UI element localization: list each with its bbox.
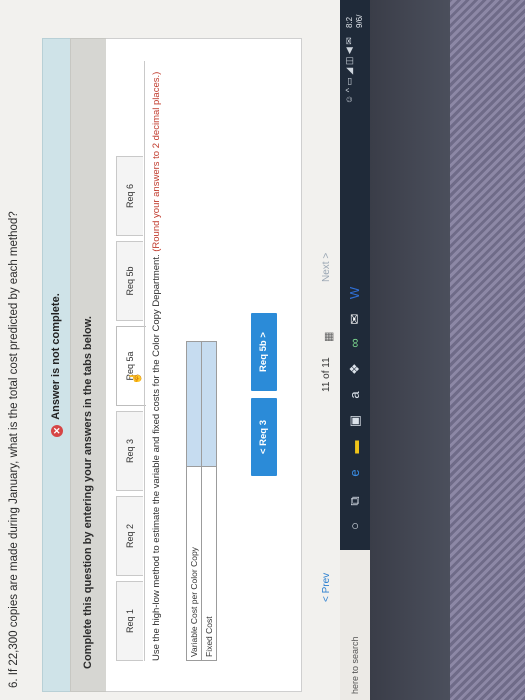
file-explorer-icon[interactable]: ▬	[346, 438, 364, 456]
tab-req-5a[interactable]: ☝ Req 5a	[116, 326, 146, 406]
task-main: Use the high-low method to estimate the …	[151, 254, 162, 661]
next-req-button[interactable]: Req 5b >	[251, 313, 277, 391]
answer-panel: Req 1 Req 2 Req 3 ☝ Req 5a Req 5b Req 6 U…	[106, 38, 302, 692]
task-hint: (Round your answers to 2 decimal places.…	[151, 71, 162, 252]
question-text: 6. If 22,300 copies are made during Janu…	[8, 211, 20, 688]
grid-icon[interactable]: ▦	[322, 332, 335, 342]
edge-browser-icon[interactable]: e	[346, 464, 364, 482]
table-row: Variable Cost per Color Copy	[186, 341, 202, 661]
question-count: 11 of 11	[321, 357, 332, 392]
tab-req-6[interactable]: Req 6	[116, 156, 143, 236]
browser-screen: 6. If 22,300 copies are made during Janu…	[0, 0, 525, 700]
taskbar-search-input[interactable]: here to search	[340, 550, 370, 700]
prev-question-link[interactable]: < Prev	[321, 573, 332, 602]
table-row: Fixed Cost	[201, 341, 217, 661]
store-icon[interactable]: ▣	[346, 412, 364, 430]
tab-label: Req 1	[125, 608, 135, 634]
tab-req-1[interactable]: Req 1	[116, 581, 143, 661]
tab-req-5b[interactable]: Req 5b	[116, 241, 143, 321]
prev-req-button[interactable]: < Req 3	[251, 398, 277, 476]
row-label-fixed-cost: Fixed Cost	[201, 466, 217, 661]
question-pager: < Prev 11 of 11 ▦ Next >	[315, 40, 343, 692]
tab-bar: Req 1 Req 2 Req 3 ☝ Req 5a Req 5b Req 6	[116, 151, 146, 661]
windows-taskbar: here to search ○ ⧉ e ▬ ▣ a ❖ ∞ ✉ W ☺ ^ ▭…	[340, 0, 370, 700]
row-label-variable-cost: Variable Cost per Color Copy	[186, 466, 202, 661]
tab-label: Req 3	[125, 438, 135, 464]
link-icon[interactable]: ∞	[346, 334, 364, 352]
tab-req-2[interactable]: Req 2	[116, 496, 143, 576]
error-x-icon: ✕	[51, 424, 63, 437]
mail-icon[interactable]: ✉	[346, 310, 364, 328]
status-text: Answer is not complete.	[50, 293, 62, 420]
dropbox-icon[interactable]: ❖	[346, 360, 364, 378]
instruction-bar: Complete this question by entering your …	[70, 38, 108, 692]
cost-table: Variable Cost per Color Copy Fixed Cost	[186, 341, 217, 661]
laptop-body	[450, 0, 525, 700]
tab-label: Req 5b	[125, 266, 135, 296]
task-view-icon[interactable]: ⧉	[346, 492, 364, 510]
instruction-text: Complete this question by entering your …	[82, 316, 94, 669]
tab-label: Req 2	[125, 523, 135, 549]
rotated-screen: 6. If 22,300 copies are made during Janu…	[0, 0, 525, 700]
taskbar-clock[interactable]: 8:2 9/6/	[345, 15, 365, 28]
system-tray-icons[interactable]: ☺ ^ ▭ ◢ ◫ ◀ ✉	[344, 37, 355, 104]
laptop-bezel	[370, 0, 450, 700]
tab-underline	[144, 61, 145, 661]
clock-date: 9/6/	[355, 14, 364, 28]
tab-req-3[interactable]: Req 3	[116, 411, 143, 491]
variable-cost-input[interactable]	[186, 341, 202, 467]
word-icon[interactable]: W	[346, 284, 364, 302]
status-banner: ✕ Answer is not complete.	[42, 38, 71, 692]
clock-time: 8:2	[345, 16, 354, 28]
fixed-cost-input[interactable]	[201, 341, 217, 467]
amazon-icon[interactable]: a	[346, 386, 364, 404]
next-question-link[interactable]: Next >	[321, 253, 332, 282]
cortana-circle-icon[interactable]: ○	[346, 517, 364, 535]
tab-label: Req 6	[125, 183, 135, 209]
task-description: Use the high-low method to estimate the …	[150, 61, 163, 661]
pointer-cursor-icon: ☝	[130, 371, 142, 385]
